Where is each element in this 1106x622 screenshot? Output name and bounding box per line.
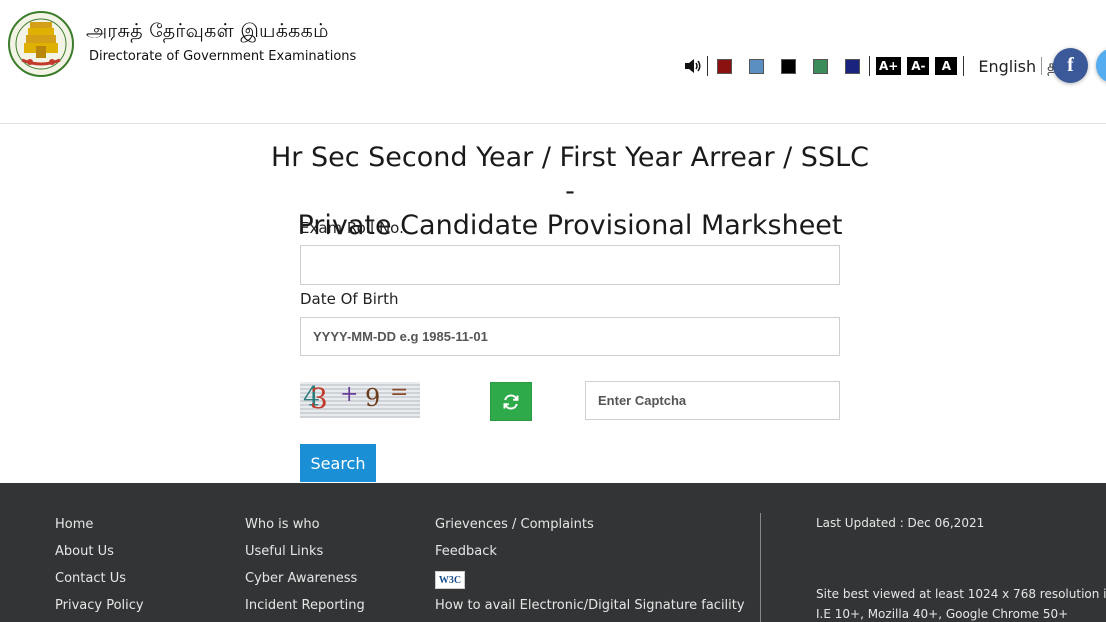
font-reset-button[interactable]: A bbox=[935, 57, 958, 75]
footer-link-about[interactable]: About Us bbox=[55, 544, 144, 571]
facebook-icon[interactable]: f bbox=[1053, 48, 1088, 83]
dob-input[interactable]: YYYY-MM-DD e.g 1985-11-01 bbox=[300, 317, 840, 356]
footer-link-cyber-awareness[interactable]: Cyber Awareness bbox=[245, 571, 365, 598]
dob-label: Date Of Birth bbox=[300, 290, 399, 308]
footer-link-grievances[interactable]: Grievences / Complaints bbox=[435, 517, 745, 544]
theme-black-swatch[interactable] bbox=[781, 58, 796, 74]
accessibility-toolbar: A+ A- A English தமிழ் bbox=[683, 54, 1086, 78]
theme-green-swatch[interactable] bbox=[813, 58, 828, 74]
last-updated-text: Last Updated : Dec 06,2021 bbox=[816, 516, 985, 530]
w3c-badge-icon[interactable]: W3C bbox=[435, 571, 465, 589]
twitter-icon[interactable] bbox=[1096, 48, 1106, 83]
tamil-nadu-emblem-icon[interactable] bbox=[8, 8, 74, 80]
footer-link-privacy[interactable]: Privacy Policy bbox=[55, 598, 144, 622]
roll-number-input[interactable] bbox=[300, 245, 840, 285]
footer-divider bbox=[760, 513, 761, 622]
speaker-icon[interactable] bbox=[683, 56, 703, 76]
captcha-image: 4 3 + 9 = bbox=[300, 382, 420, 418]
footer-link-useful-links[interactable]: Useful Links bbox=[245, 544, 365, 571]
font-decrease-button[interactable]: A- bbox=[907, 57, 930, 75]
search-button[interactable]: Search bbox=[300, 444, 376, 482]
roll-number-label: Exam Roll No. bbox=[300, 219, 404, 237]
theme-navy-swatch[interactable] bbox=[845, 58, 860, 74]
language-english-link[interactable]: English bbox=[978, 57, 1036, 76]
footer-link-who-is-who[interactable]: Who is who bbox=[245, 517, 365, 544]
department-name-english: Directorate of Government Examinations bbox=[89, 49, 357, 64]
department-name-tamil: அரசுத் தேர்வுகள் இயக்ககம் bbox=[86, 20, 329, 42]
toolbar-divider bbox=[869, 56, 870, 76]
browser-compatibility-text: Site best viewed at least 1024 x 768 res… bbox=[816, 587, 1106, 621]
footer-link-contact[interactable]: Contact Us bbox=[55, 571, 144, 598]
footer-link-digital-signature[interactable]: How to avail Electronic/Digital Signatur… bbox=[435, 598, 745, 622]
footer-link-incident-reporting[interactable]: Incident Reporting bbox=[245, 598, 365, 622]
footer-link-feedback[interactable]: Feedback bbox=[435, 544, 745, 571]
footer-column-2: Who is who Useful Links Cyber Awareness … bbox=[245, 517, 365, 622]
refresh-captcha-button[interactable] bbox=[490, 382, 532, 421]
toolbar-divider bbox=[963, 56, 965, 76]
captcha-input[interactable]: Enter Captcha bbox=[585, 381, 840, 420]
language-divider bbox=[1041, 57, 1043, 75]
toolbar-divider bbox=[707, 56, 708, 76]
theme-maroon-swatch[interactable] bbox=[717, 58, 732, 74]
site-footer: Home About Us Contact Us Privacy Policy … bbox=[0, 483, 1106, 622]
footer-column-1: Home About Us Contact Us Privacy Policy bbox=[55, 517, 144, 622]
site-header: அரசுத் தேர்வுகள் இயக்ககம் Directorate of… bbox=[0, 0, 1106, 124]
theme-blue-swatch[interactable] bbox=[749, 58, 764, 74]
footer-column-3: Grievences / Complaints Feedback W3C How… bbox=[435, 517, 745, 622]
font-increase-button[interactable]: A+ bbox=[876, 57, 902, 75]
footer-link-home[interactable]: Home bbox=[55, 517, 144, 544]
refresh-icon bbox=[503, 393, 519, 410]
page-title-line1: Hr Sec Second Year / First Year Arrear /… bbox=[271, 142, 869, 207]
